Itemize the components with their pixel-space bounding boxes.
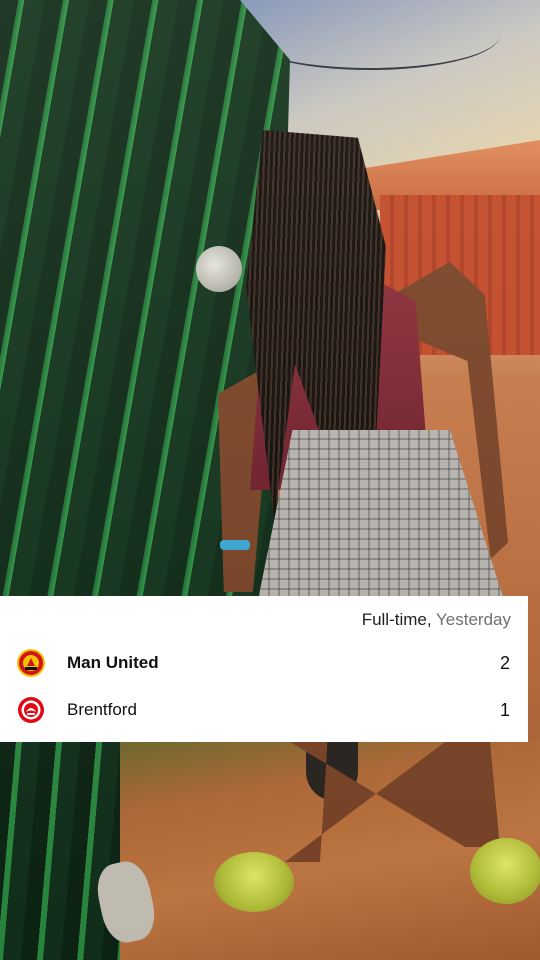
photo-filter <box>0 0 540 960</box>
home-team-name: Man United <box>67 653 159 672</box>
match-date: Yesterday <box>436 610 511 629</box>
match-status-label: Full-time, <box>361 610 432 629</box>
match-status: Full-time, Yesterday <box>362 610 511 630</box>
man-united-crest-icon <box>17 649 45 677</box>
home-team-score: 2 <box>499 652 510 673</box>
match-score-card[interactable]: Full-time, Yesterday Man United 2 Brentf… <box>0 596 528 742</box>
background-photo <box>0 0 540 960</box>
away-team-row[interactable]: Brentford 1 <box>0 695 528 725</box>
home-team-row[interactable]: Man United 2 <box>0 648 528 678</box>
brentford-crest-icon <box>17 696 45 724</box>
away-team-score: 1 <box>499 699 510 720</box>
away-team-name: Brentford <box>67 700 137 719</box>
